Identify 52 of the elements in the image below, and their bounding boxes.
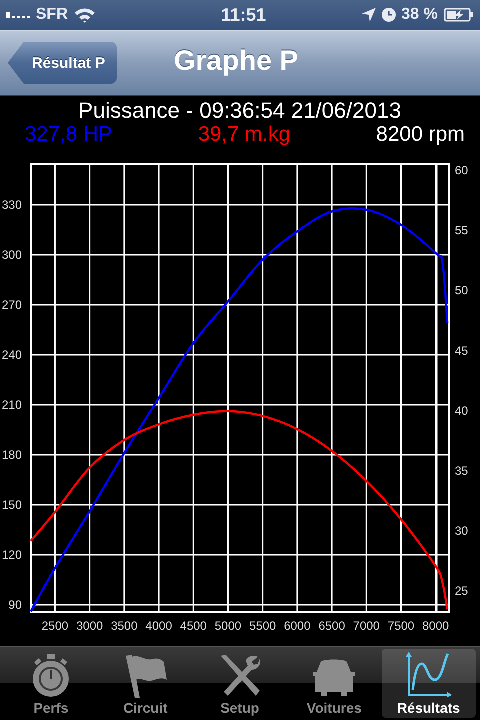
y-axis-label: 240 xyxy=(2,348,22,362)
x-axis-label: 5500 xyxy=(249,619,276,633)
y-axis-label: 60 xyxy=(455,164,468,178)
tab-bar-item[interactable]: Résultats xyxy=(382,649,476,718)
y-axis-label: 150 xyxy=(2,498,22,512)
y-axis-label: 180 xyxy=(2,448,22,462)
signal-icon xyxy=(6,12,30,18)
x-axis-label: 2500 xyxy=(42,619,69,633)
y-axis-label: 90 xyxy=(8,598,22,612)
back-button[interactable]: Résultat P xyxy=(8,42,118,84)
reading-value: 8200 rpm xyxy=(376,123,465,147)
wifi-icon xyxy=(74,7,96,23)
car-icon xyxy=(311,658,358,698)
location-icon xyxy=(362,8,376,22)
graph-icon xyxy=(406,652,452,698)
reading-value: 39,7 m.kg xyxy=(198,123,291,147)
tab-bar-item[interactable]: Circuit xyxy=(98,649,193,718)
x-axis-label: 8000 xyxy=(422,619,450,633)
clock-time: 11:51 xyxy=(221,4,266,26)
tab-bar-item[interactable]: Setup xyxy=(192,649,288,718)
tab-bar-item[interactable]: Voitures xyxy=(287,649,382,718)
x-axis-label: 7500 xyxy=(388,619,415,633)
y-axis-label: 120 xyxy=(2,548,22,562)
flag-icon xyxy=(124,654,168,698)
tab-bar-item[interactable]: Perfs xyxy=(4,649,98,718)
x-axis-label: 4500 xyxy=(180,619,207,633)
y-axis-label: 210 xyxy=(2,398,22,412)
x-axis-label: 4000 xyxy=(146,619,172,633)
y-axis-label: 25 xyxy=(455,584,468,598)
battery-percentage: 38 % xyxy=(402,6,438,24)
x-axis-label: 3000 xyxy=(76,619,104,633)
graph-title: Puissance - 09:36:54 21/06/2013 xyxy=(78,99,402,123)
y-axis-label: 330 xyxy=(2,198,22,212)
y-axis-label: 35 xyxy=(455,464,468,478)
carrier-name: SFR xyxy=(36,6,68,24)
alarm-clock-icon xyxy=(382,8,396,22)
y-axis-label: 55 xyxy=(455,224,468,238)
y-axis-label: 270 xyxy=(2,298,22,312)
battery-charging-icon xyxy=(444,8,474,22)
y-axis-label: 300 xyxy=(2,248,22,262)
x-axis-label: 3500 xyxy=(111,619,138,633)
x-axis-label: 6000 xyxy=(284,619,311,633)
y-axis-label: 50 xyxy=(455,284,468,298)
wrench-and-screwdriver-icon xyxy=(218,654,262,698)
x-axis-label: 6500 xyxy=(318,619,346,633)
reading-value: 327,8 HP xyxy=(25,123,113,147)
y-axis-label: 40 xyxy=(455,404,468,418)
x-axis-label: 7000 xyxy=(353,619,380,633)
y-axis-label: 30 xyxy=(455,524,468,538)
screen-title: Graphe P xyxy=(174,45,298,77)
y-axis-label: 45 xyxy=(455,344,468,358)
x-axis-label: 5000 xyxy=(214,619,242,633)
